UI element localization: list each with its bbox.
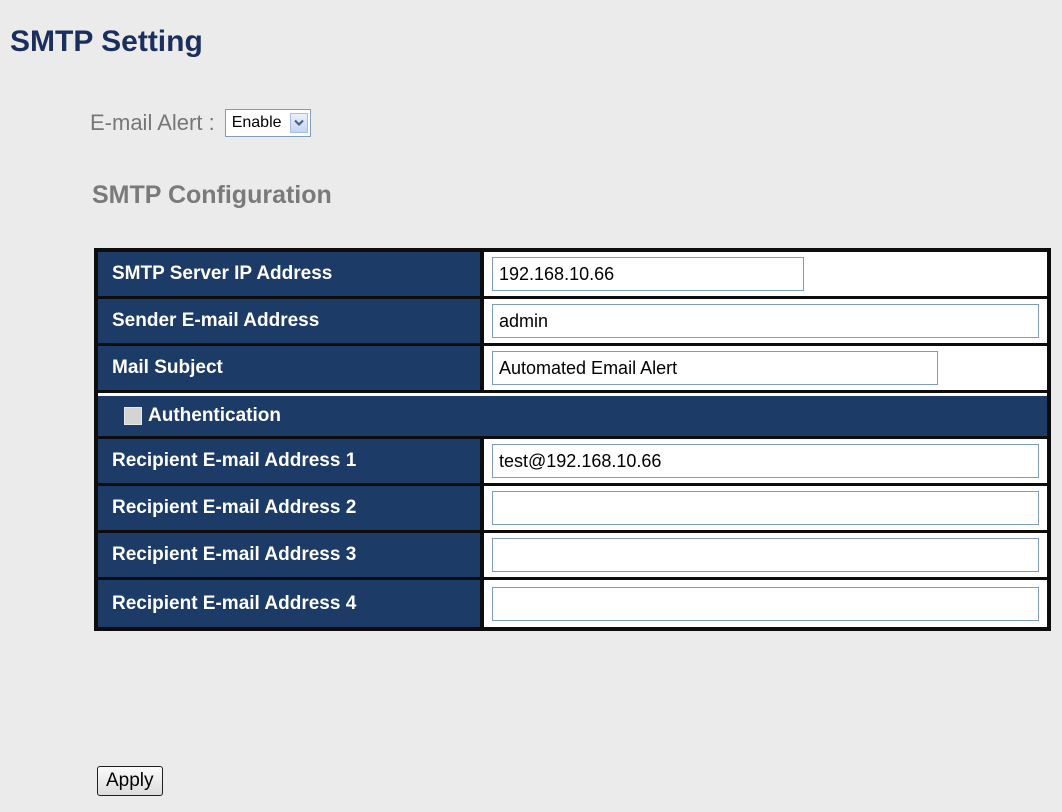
email-alert-row: E-mail Alert : Enable	[90, 104, 311, 142]
table-row: Recipient E-mail Address 1	[98, 439, 1047, 486]
authentication-toggle[interactable]: Authentication	[124, 405, 1047, 427]
mail-subject-label: Mail Subject	[98, 346, 484, 393]
recipient-2-input[interactable]	[492, 491, 1039, 525]
smtp-config-table: SMTP Server IP Address Sender E-mail Add…	[94, 248, 1051, 631]
smtp-server-label: SMTP Server IP Address	[98, 252, 484, 299]
recipient-1-label: Recipient E-mail Address 1	[98, 439, 484, 486]
smtp-server-cell	[484, 252, 1047, 299]
table-row: Recipient E-mail Address 2	[98, 486, 1047, 533]
authentication-checkbox[interactable]	[124, 407, 142, 425]
chevron-down-icon[interactable]	[289, 113, 308, 133]
email-alert-label: E-mail Alert :	[90, 110, 215, 135]
authentication-cell: Authentication	[98, 393, 1047, 439]
chevron-down-icon-glyph	[293, 119, 304, 127]
apply-button[interactable]: Apply	[97, 766, 163, 796]
mail-subject-input[interactable]	[492, 351, 938, 385]
section-title: SMTP Configuration	[92, 181, 332, 209]
recipient-3-input[interactable]	[492, 538, 1039, 572]
table-row: Sender E-mail Address	[98, 299, 1047, 346]
page-title: SMTP Setting	[10, 25, 203, 58]
table-row: SMTP Server IP Address	[98, 252, 1047, 299]
recipient-3-label: Recipient E-mail Address 3	[98, 533, 484, 580]
table-row: Recipient E-mail Address 4	[98, 580, 1047, 627]
recipient-4-cell	[484, 580, 1047, 627]
recipient-2-cell	[484, 486, 1047, 533]
sender-email-cell	[484, 299, 1047, 346]
authentication-row: Authentication	[98, 393, 1047, 439]
authentication-label: Authentication	[148, 405, 281, 426]
recipient-4-input[interactable]	[492, 586, 1039, 621]
recipient-4-label: Recipient E-mail Address 4	[98, 580, 484, 627]
recipient-2-label: Recipient E-mail Address 2	[98, 486, 484, 533]
mail-subject-cell	[484, 346, 1047, 393]
smtp-server-input[interactable]	[492, 257, 804, 291]
recipient-1-input[interactable]	[492, 444, 1039, 478]
sender-email-label: Sender E-mail Address	[98, 299, 484, 346]
email-alert-select[interactable]: Enable	[224, 109, 311, 137]
email-alert-selected-value: Enable	[231, 114, 282, 131]
table-row: Mail Subject	[98, 346, 1047, 393]
table-row: Recipient E-mail Address 3	[98, 533, 1047, 580]
recipient-1-cell	[484, 439, 1047, 486]
sender-email-input[interactable]	[492, 304, 1039, 338]
smtp-setting-page: SMTP Setting E-mail Alert : Enable SMTP …	[0, 0, 1062, 812]
recipient-3-cell	[484, 533, 1047, 580]
